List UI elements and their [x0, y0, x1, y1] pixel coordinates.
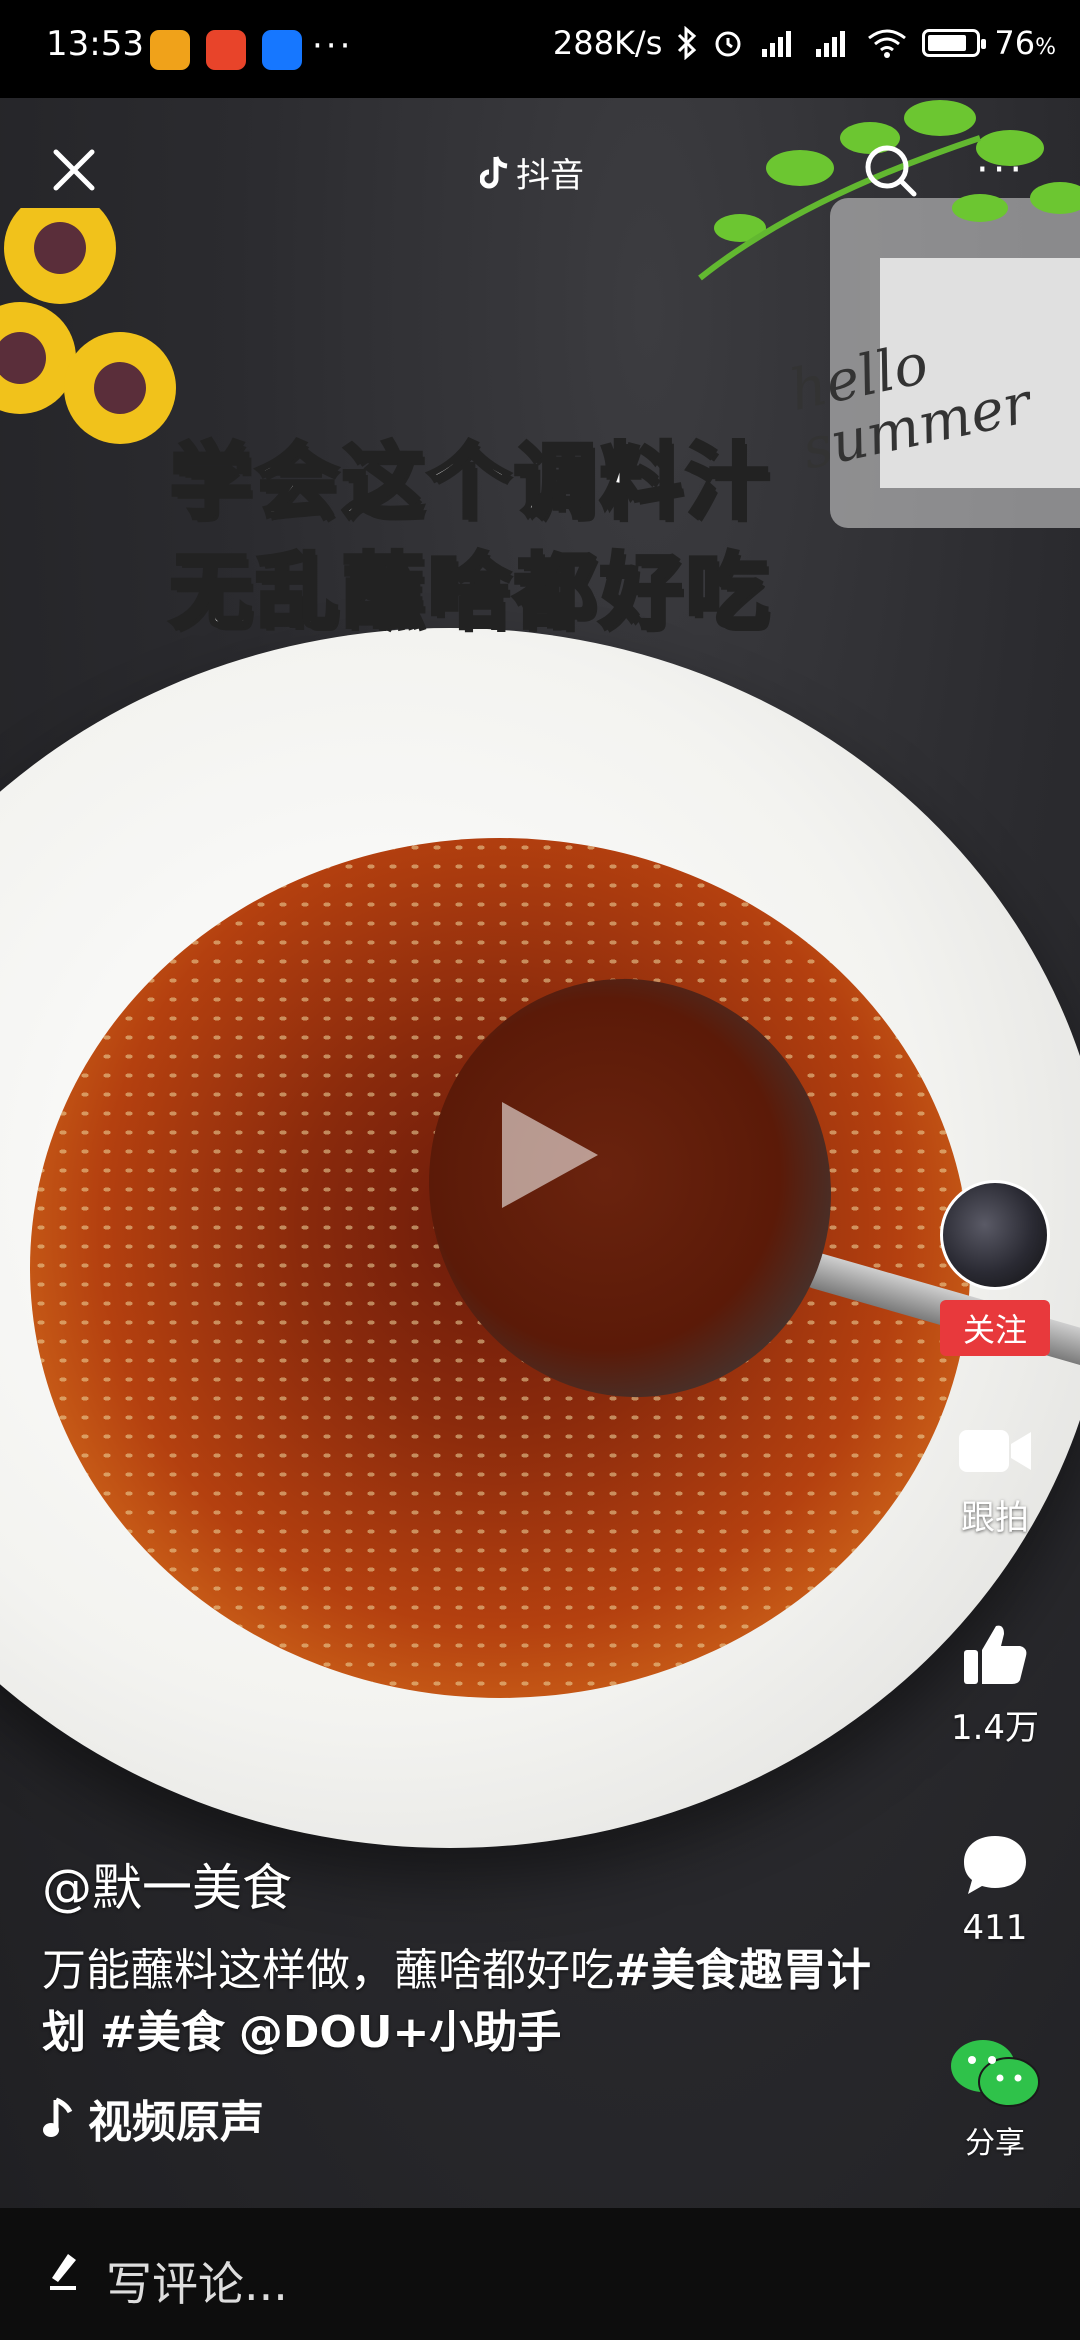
- thumbs-up-icon: [964, 1625, 1027, 1684]
- screen: 13:53 ··· 288K/s 76% hello summer 学会这个调料…: [0, 0, 1080, 2340]
- signal-hd-icon: [762, 31, 792, 57]
- play-icon[interactable]: [480, 1090, 610, 1220]
- music-info[interactable]: 视频原声: [42, 2086, 264, 2150]
- battery-level: 76%: [994, 24, 1056, 62]
- wechat-icon: [951, 2040, 1040, 2107]
- comment-button[interactable]: 411: [930, 1832, 1060, 1948]
- follow-button[interactable]: 关注: [940, 1300, 1050, 1356]
- comment-input[interactable]: 写评论...: [106, 2248, 288, 2314]
- description-text: 万能蘸料这样做，蘸啥都好吃: [42, 1945, 614, 1996]
- notification-app-icon: [206, 30, 246, 70]
- comment-count: 411: [962, 1908, 1028, 1948]
- bluetooth-icon: [678, 26, 697, 60]
- notification-icons: [150, 30, 302, 70]
- share-label: 分享: [965, 2126, 1025, 2161]
- duet-button[interactable]: 跟拍: [930, 1420, 1060, 1539]
- author-name[interactable]: @默一美食: [42, 1848, 292, 1920]
- duet-label: 跟拍: [961, 1498, 1029, 1538]
- hashtag-link[interactable]: #美食: [100, 2007, 225, 2058]
- signal-icon: [816, 31, 846, 57]
- more-notifications-icon: ···: [312, 26, 354, 66]
- notification-app-icon: [150, 30, 190, 70]
- like-button[interactable]: 1.4万: [930, 1620, 1060, 1749]
- share-button[interactable]: 分享: [930, 2036, 1060, 2162]
- video-overlay-title: 学会这个调料汁 无乱蘸啥都好吃: [168, 433, 773, 642]
- pen-icon: [50, 2254, 76, 2290]
- brand-label: 抖音: [516, 156, 584, 196]
- author-avatar[interactable]: [940, 1180, 1050, 1290]
- network-speed: 288K/s: [552, 24, 663, 62]
- music-title: 视频原声: [88, 2097, 264, 2148]
- battery-icon: [922, 29, 987, 57]
- alipay-icon: [262, 30, 302, 70]
- douyin-logo-icon: [480, 155, 508, 188]
- alarm-icon: [715, 31, 741, 57]
- douyin-brand: 抖音: [480, 148, 584, 197]
- status-bar: 13:53 ··· 288K/s 76%: [0, 0, 1080, 98]
- mention-link[interactable]: @DOU+小助手: [239, 2007, 562, 2058]
- top-bar: 抖音 ···: [0, 98, 1080, 238]
- like-count: 1.4万: [950, 1708, 1040, 1748]
- more-options-icon[interactable]: ···: [976, 150, 1026, 190]
- comment-bubble-icon: [964, 1836, 1026, 1894]
- comment-bar[interactable]: 写评论...: [0, 2208, 1080, 2340]
- status-time: 13:53: [46, 24, 144, 64]
- status-right: 288K/s 76%: [553, 24, 1056, 62]
- wifi-icon: [868, 29, 907, 58]
- close-icon[interactable]: [44, 140, 104, 200]
- search-icon[interactable]: [862, 142, 920, 200]
- video-description: 万能蘸料这样做，蘸啥都好吃#美食趣胃计划 #美食 @DOU+小助手: [42, 1940, 882, 2064]
- video-camera-icon: [959, 1430, 1031, 1472]
- music-note-icon: [43, 2097, 73, 2137]
